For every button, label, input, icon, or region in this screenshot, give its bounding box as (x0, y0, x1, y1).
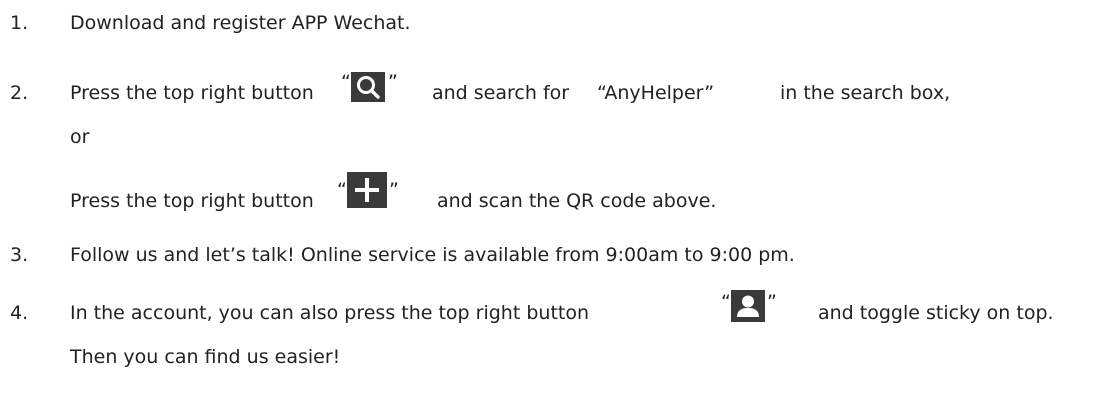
quote-open: “ (337, 179, 347, 201)
step-alt-text-after: and scan the QR code above. (437, 190, 717, 212)
step-number: 2. (10, 82, 29, 104)
keyword: “AnyHelper” (597, 82, 715, 104)
quote-open: “ (341, 71, 351, 93)
step-4: 4. In the account, you can also press th… (0, 290, 1100, 330)
step-text-after-2: in the search box, (780, 82, 951, 104)
step-2: 2. Press the top right button “ ” and se… (0, 71, 1100, 112)
step-text-after: and toggle sticky on top. (818, 302, 1054, 324)
quote-close: ” (389, 179, 399, 201)
step-continuation: or (70, 126, 90, 148)
step-text-before: Press the top right button (70, 82, 314, 104)
search-icon (351, 72, 385, 102)
step-text: Follow us and let’s talk! Online service… (70, 244, 795, 266)
quote-close: ” (767, 291, 777, 313)
quote-open: “ (721, 291, 731, 313)
person-icon (731, 290, 765, 322)
step-4-continuation: Then you can find us easier! (0, 345, 1100, 371)
quote-close: ” (388, 71, 398, 93)
step-alt-text-before: Press the top right button (70, 190, 314, 212)
step-text-before: In the account, you can also press the t… (70, 302, 590, 324)
step-2-alt: Press the top right button “ ” and scan … (0, 172, 1100, 216)
step-number: 1. (10, 12, 29, 34)
step-continuation: Then you can find us easier! (70, 346, 341, 368)
step-text-after: and search for (432, 82, 570, 104)
step-3: 3. Follow us and let’s talk! Online serv… (0, 243, 1100, 269)
step-1: 1. Download and register APP Wechat. (0, 11, 1100, 37)
step-text: Download and register APP Wechat. (70, 12, 411, 34)
plus-icon (347, 172, 387, 208)
step-number: 4. (10, 302, 29, 324)
step-number: 3. (10, 244, 29, 266)
step-2-continuation: or (0, 125, 1100, 151)
